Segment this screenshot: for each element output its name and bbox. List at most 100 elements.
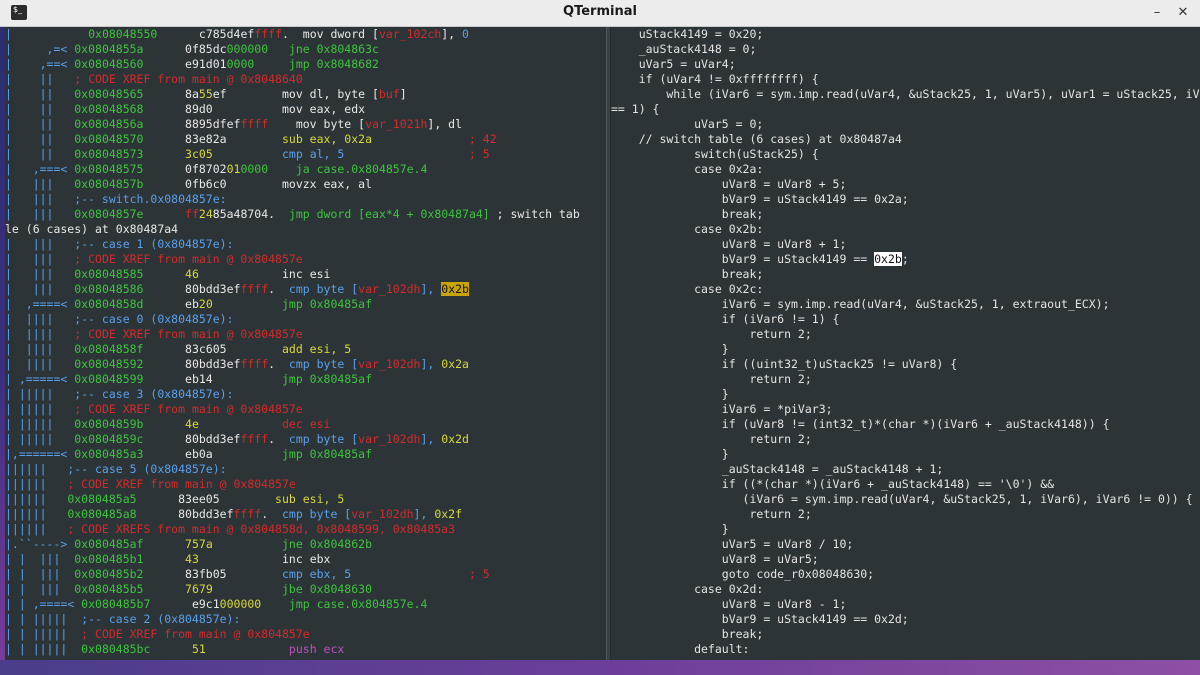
code-line: if (uVar4 != 0xffffffff) { (611, 72, 819, 86)
disasm-token: e91d01 (143, 57, 227, 71)
disasm-token: ; switch tab (489, 207, 580, 221)
disasm-token: | | ||| (5, 582, 75, 596)
disasm-token: . (268, 357, 289, 371)
disasm-token: 55 (198, 87, 213, 101)
disasm-token: 80bdd3ef (143, 357, 241, 371)
disasm-token (261, 597, 289, 611)
disasm-line: | ,====< 0x0804858d eb20 jmp 0x80485af (5, 297, 606, 312)
disasm-token: 757a (185, 537, 213, 551)
code-line: if ((*(char *)(iVar6 + _auStack4148) == … (611, 477, 1055, 491)
minimize-button[interactable]: – (1146, 2, 1168, 24)
disasm-token (144, 582, 186, 596)
disasm-token: 0x08048550 (88, 27, 158, 41)
disasm-line: | || ; CODE XREF from main @ 0x8048640 (5, 72, 606, 87)
disasm-token: cmp byte [ (288, 357, 359, 371)
disasm-token: 0x0804855a (74, 42, 144, 56)
disasm-token: 0x0804857e (74, 207, 144, 221)
disasm-token: 80bdd3ef (143, 282, 241, 296)
disasm-token: | ||||| ;-- case 3 (0x804857e): (5, 387, 234, 401)
disasm-line: |||||| 0x080485a8 80bdd3efffff. cmp byte… (5, 507, 606, 522)
code-line: uVar8 = uVar8 + 1; (611, 237, 847, 251)
disasm-token: 0x08048599 (74, 372, 144, 386)
disasm-token: ], (420, 357, 442, 371)
code-line: // switch table (6 cases) at 0x80487a4 (611, 132, 902, 146)
disasm-line: le (6 cases) at 0x80487a4 (5, 222, 606, 237)
code-line: case 0x2d: (611, 582, 764, 596)
disasm-token: eb14 (143, 372, 282, 386)
disasm-line: | ||| ;-- case 1 (0x804857e): (5, 237, 606, 252)
code-line: uVar8 = uVar5; (611, 552, 819, 566)
disasm-token: |.``----> (5, 537, 75, 551)
disasm-token: 0x080485bc (81, 642, 151, 656)
disasm-token: jmp 0x80485af (282, 297, 373, 311)
disassembly-pane[interactable]: | 0x08048550 c785d4efffff. mov dword [va… (5, 27, 606, 660)
disasm-token: | ||| (5, 267, 75, 281)
decompiler-pane[interactable]: uStack4149 = 0x20; _auStack4148 = 0; uVa… (611, 27, 1200, 660)
code-line: case 0x2a: (611, 162, 764, 176)
disasm-token: var_102ch (378, 27, 442, 41)
disasm-token: | || (5, 132, 75, 146)
disasm-token: 0x08048586 (74, 282, 144, 296)
code-line: _auStack4148 = 0; (611, 42, 757, 56)
disasm-token: 0x080485a5 (67, 492, 137, 506)
disasm-token: cmp byte [ (281, 507, 352, 521)
disasm-token: | (5, 27, 12, 41)
disasm-token: 000000 (219, 597, 262, 611)
disasm-token: mov byte [ (268, 117, 366, 131)
disasm-token: 0x080485af (74, 537, 144, 551)
disasm-token: 4e (185, 417, 199, 431)
disasm-token: push ecx (288, 642, 345, 656)
disasm-token: dec esi (282, 417, 331, 431)
disasm-token: jmp 0x8048682 (288, 57, 379, 71)
disasm-line: | | ||||| 0x080485bc 51 push ecx (5, 642, 606, 657)
disasm-token: | ||| (5, 252, 75, 266)
disasm-token: e9c1 (150, 597, 220, 611)
disasm-token: 83fb05 (143, 567, 282, 581)
disasm-token: ; CODE XREF from main @ 0x804857e (74, 252, 303, 266)
disasm-token: 43 (185, 552, 199, 566)
disasm-line: | | ,====< 0x080485b7 e9c1000000 jmp cas… (5, 597, 606, 612)
disasm-token: ffff (254, 27, 282, 41)
disasm-token: 7679 (185, 582, 213, 596)
disasm-token: 0x08048560 (74, 57, 144, 71)
disasm-token (150, 642, 192, 656)
search-highlight: 0x2b (874, 252, 902, 266)
disasm-token: ffff (240, 117, 269, 131)
disasm-line: |,======< 0x080485a3 eb0a jmp 0x80485af (5, 447, 606, 462)
close-button[interactable]: ✕ (1172, 2, 1194, 24)
disasm-token: | ||||| (5, 417, 75, 431)
code-line: uStack4149 = 0x20; (611, 27, 764, 41)
disasm-token: 01 (226, 162, 241, 176)
disasm-token: | | ,====< (5, 597, 82, 611)
disasm-token: 0 (462, 27, 469, 41)
disasm-token: 0x0804857b (74, 177, 144, 191)
disasm-token (213, 147, 282, 161)
disasm-token: 83ee05 (136, 492, 276, 506)
disasm-token: jne 0x804862b (282, 537, 373, 551)
disasm-token: eb0a (143, 447, 282, 461)
disasm-token: ; 5 (468, 567, 490, 581)
disasm-token: ff (185, 207, 199, 221)
disasm-token: 0x080485a8 (67, 507, 137, 521)
disasm-token: ; CODE XREF from main @ 0x804857e (74, 402, 303, 416)
title-bar[interactable]: $_ QTerminal – ✕ (0, 0, 1200, 27)
disasm-line: | ||| ;-- switch.0x0804857e: (5, 192, 606, 207)
disasm-line: |||||| ; CODE XREFS from main @ 0x804858… (5, 522, 606, 537)
disasm-token: | ,=< (5, 42, 75, 56)
disasm-token: | || (5, 117, 75, 131)
disasm-token: var_1021h (365, 117, 428, 131)
disasm-token: sub esi, 5 (275, 492, 345, 506)
code-line: uVar5 = uVar8 / 10; (611, 537, 854, 551)
disasm-line: | ||| ; CODE XREF from main @ 0x804857e (5, 252, 606, 267)
code-line: uVar5 = uVar4; (611, 57, 736, 71)
disasm-token: jmp 0x80485af (281, 447, 372, 461)
code-line: } (611, 522, 729, 536)
disasm-line: | ||||| ;-- case 3 (0x804857e): (5, 387, 606, 402)
terminal-window[interactable]: | 0x08048550 c785d4efffff. mov dword [va… (5, 27, 1200, 660)
code-line: switch(uStack25) { (611, 147, 819, 161)
disasm-token: . (261, 507, 282, 521)
disasm-token: 0x08048565 (74, 87, 144, 101)
disasm-token (199, 267, 282, 281)
disasm-token: 8a (143, 87, 199, 101)
disasm-token (344, 147, 469, 161)
